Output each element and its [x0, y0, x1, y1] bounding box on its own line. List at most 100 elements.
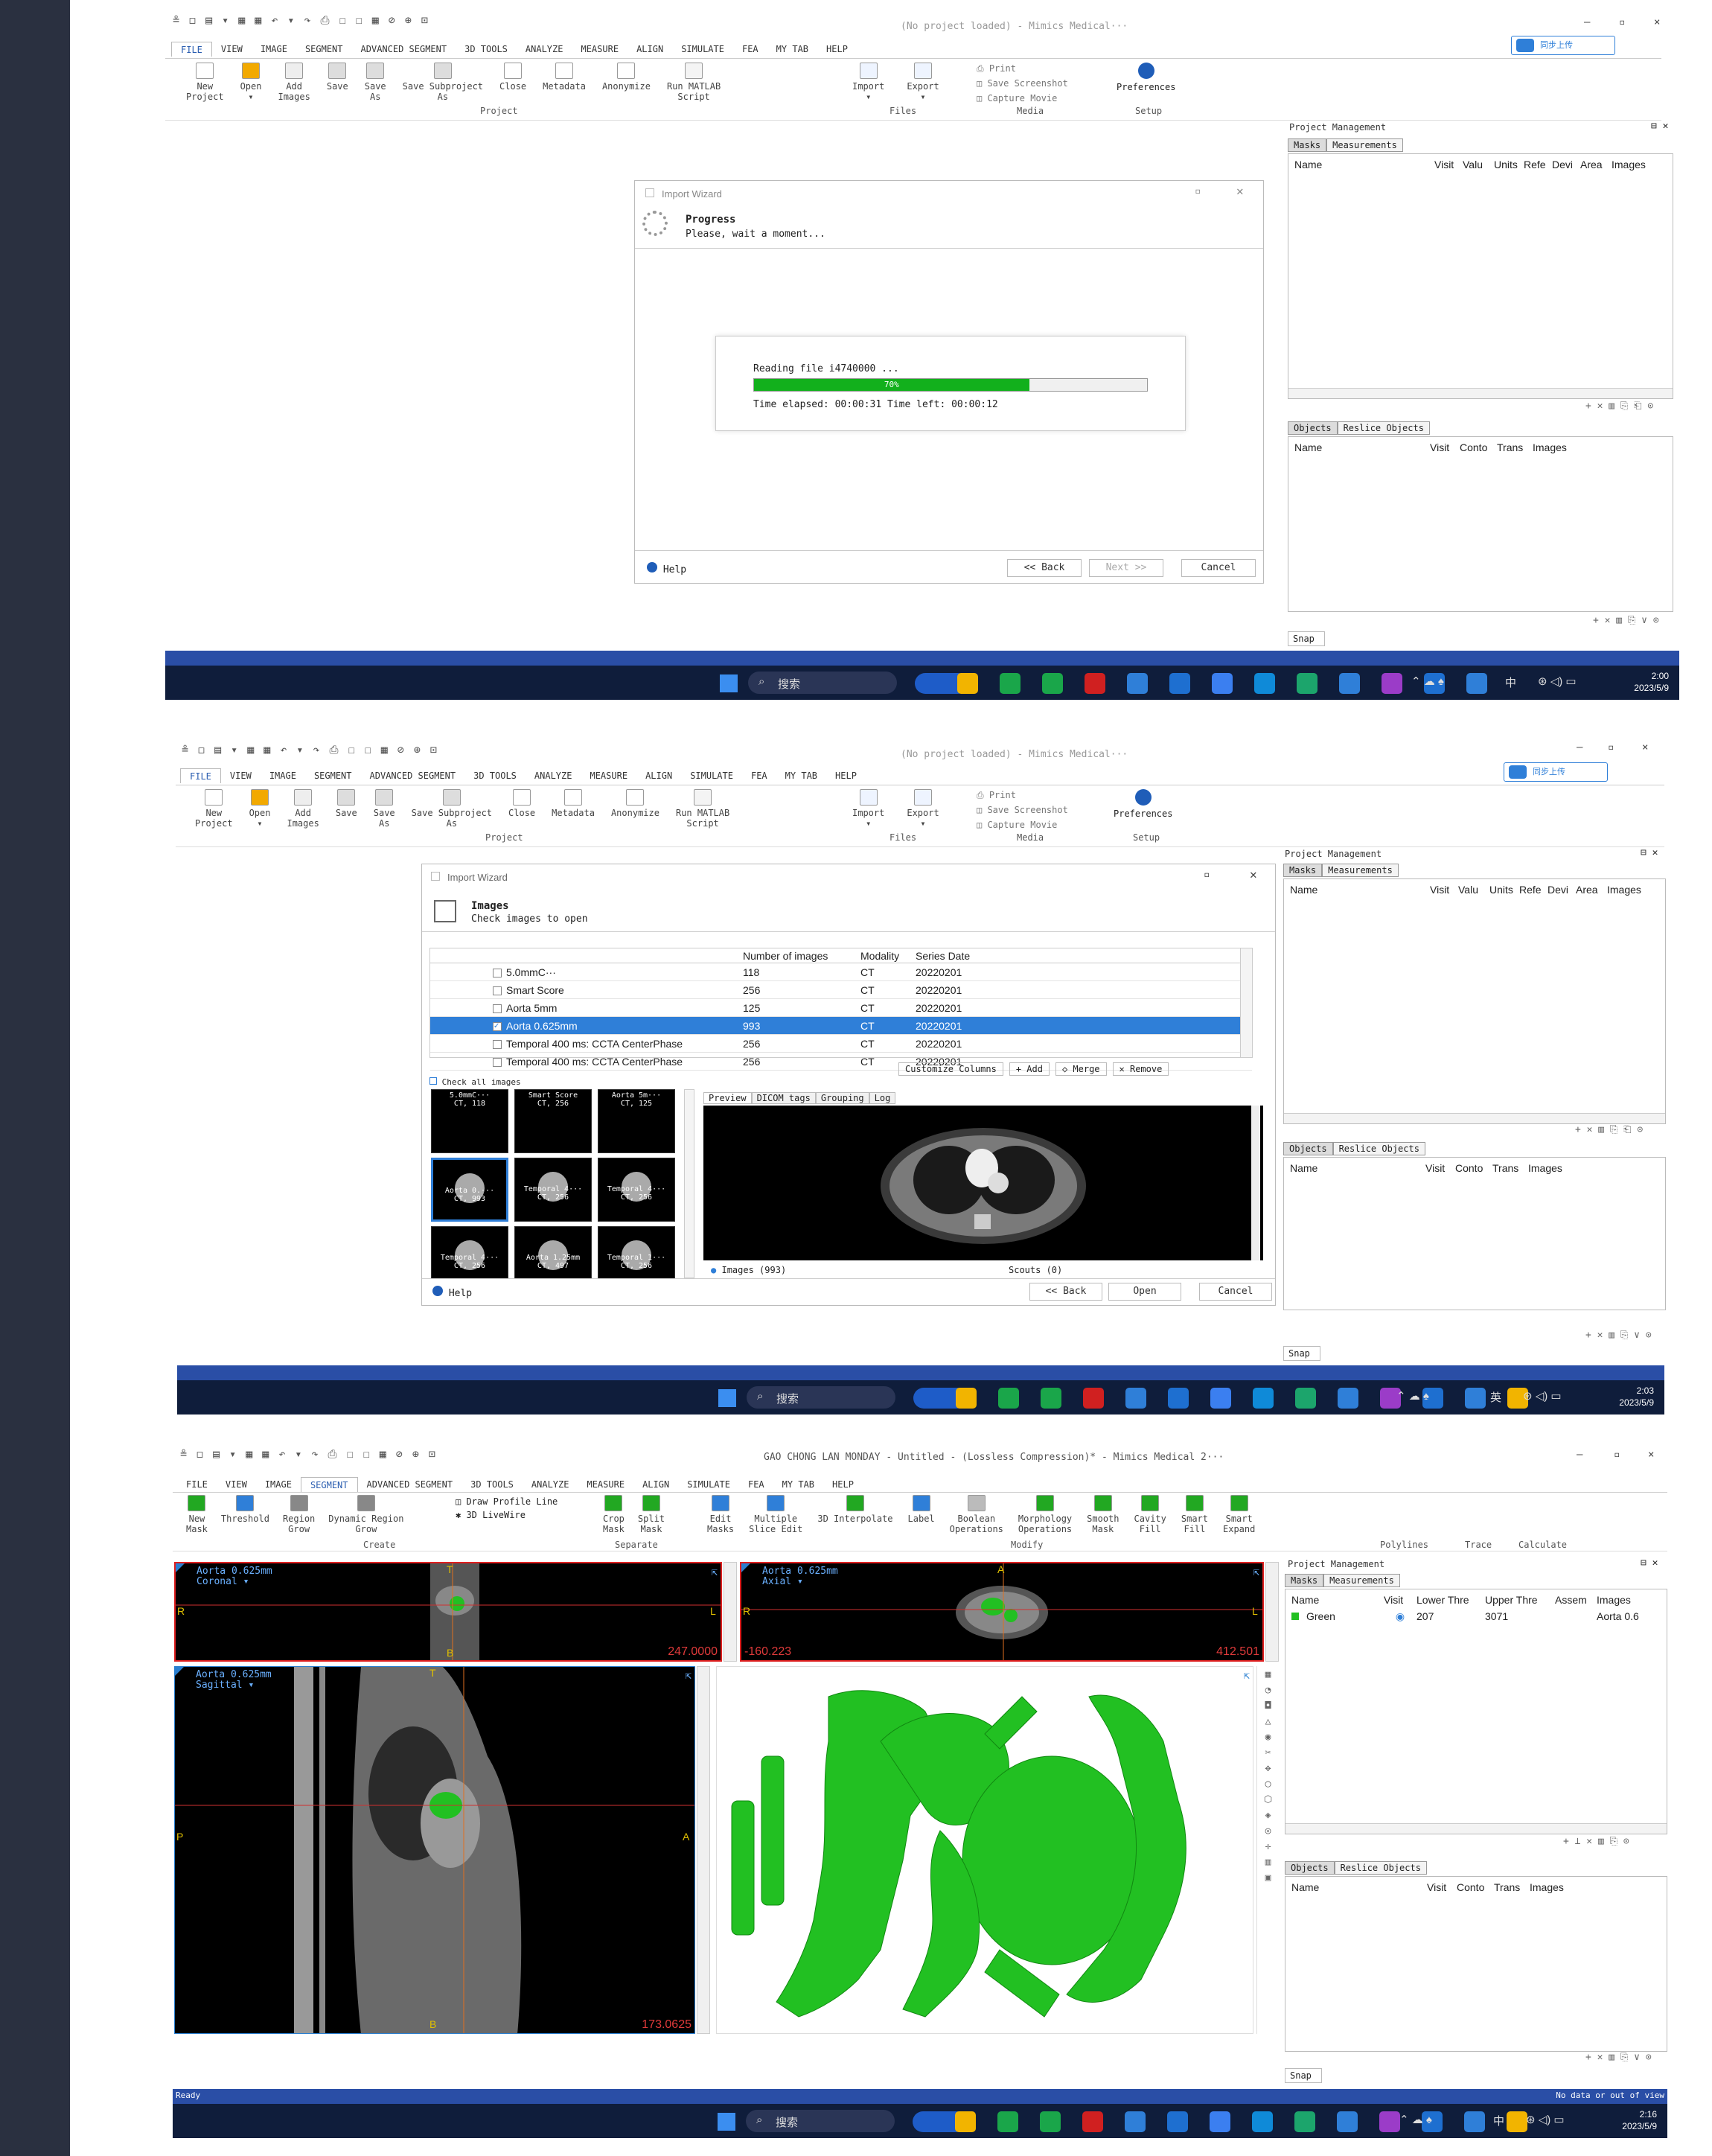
taskbar-app-icon[interactable] [1082, 2111, 1103, 2132]
tab-align[interactable]: ALIGN [633, 1477, 678, 1492]
series-checkbox[interactable] [493, 1058, 502, 1068]
tab-3d-tools[interactable]: 3D TOOLS [464, 768, 526, 783]
col-valu[interactable]: Valu [1463, 159, 1494, 170]
series-thumbnail[interactable]: 5.0mmC··· CT, 118 [431, 1089, 508, 1153]
col-images[interactable]: Images [1612, 159, 1656, 170]
save-screenshot-button[interactable]: ◫ Save Screenshot [977, 803, 1068, 817]
network-volume-battery-icons[interactable]: ⊛ ◁) ▭ [1538, 674, 1577, 688]
tab-my-tab[interactable]: MY TAB [776, 768, 826, 783]
series-thumbnail[interactable]: Temporal 1··· CT, 256 [598, 1226, 675, 1278]
col-trans[interactable]: Trans [1494, 1881, 1530, 1893]
edit-masks-button[interactable]: Edit Masks [707, 1495, 734, 1534]
smart-fill-button[interactable]: Smart Fill [1181, 1495, 1208, 1534]
taskbar-app-icon[interactable] [1127, 673, 1148, 694]
coronal-label[interactable]: Aorta 0.625mm Coronal ▾ [197, 1566, 272, 1587]
pm-pin-close[interactable]: ⊟ ✕ [1641, 1557, 1658, 1569]
series-thumbnail[interactable]: Temporal 4··· CT, 256 [514, 1158, 592, 1222]
snap-tab[interactable]: Snap [1285, 2068, 1322, 2083]
close-window-button[interactable]: × [1648, 1449, 1654, 1461]
series-checkbox[interactable] [493, 1004, 502, 1014]
taskbar-app-icon[interactable] [1210, 2111, 1230, 2132]
save-screenshot-button[interactable]: ◫ Save Screenshot [977, 76, 1068, 91]
horizontal-scrollbar[interactable] [1284, 1113, 1665, 1123]
tab-advanced-segment[interactable]: ADVANCED SEGMENT [361, 768, 465, 783]
move-icon[interactable]: ✥ [1265, 1763, 1271, 1774]
tab-segment[interactable]: SEGMENT [300, 1477, 358, 1492]
taskbar-app-icon[interactable] [1167, 2111, 1188, 2132]
taskbar-app-icon[interactable] [997, 2111, 1018, 2132]
maximize-view-icon[interactable]: ⇱ [1253, 1566, 1259, 1578]
help-link[interactable]: Help [432, 1286, 472, 1299]
tab-3d-tools[interactable]: 3D TOOLS [461, 1477, 523, 1492]
col-images[interactable]: Images [1530, 1881, 1574, 1893]
dynamic-region-grow-button[interactable]: Dynamic Region Grow [328, 1495, 403, 1534]
maximize-view-icon[interactable]: ⇱ [1244, 1670, 1250, 1682]
close-window-button[interactable]: × [1654, 16, 1660, 28]
taskbar-app-icon[interactable] [1382, 673, 1402, 694]
series-checkbox[interactable] [493, 986, 502, 996]
matlab-button[interactable]: Run MATLAB Script [676, 789, 729, 829]
smooth-mask-button[interactable]: Smooth Mask [1087, 1495, 1119, 1534]
tab-reslice-objects[interactable]: Reslice Objects [1332, 1142, 1425, 1155]
orbit-icon[interactable]: ◯ [1265, 1779, 1271, 1790]
taskbar-app-icon[interactable] [1212, 673, 1233, 694]
taskbar-app-icon[interactable] [1168, 1388, 1189, 1409]
export-button[interactable]: Export ▾ [907, 789, 939, 829]
preferences-button[interactable]: Preferences [1114, 789, 1172, 819]
col-trans[interactable]: Trans [1497, 441, 1533, 453]
clock[interactable]: 2:16 2023/5/9 [1622, 2108, 1657, 2132]
taskbar-app-icon[interactable] [1339, 673, 1360, 694]
tab-masks[interactable]: Masks [1283, 864, 1323, 877]
col-assem[interactable]: Assem [1555, 1594, 1597, 1606]
objects-toolbar[interactable]: + ✕ ▥ ⎘ ∨ ⊙ [1585, 1330, 1652, 1341]
series-checkbox[interactable] [493, 1040, 502, 1050]
save-as-button[interactable]: Save As [374, 789, 395, 829]
col-visit[interactable]: Visit [1427, 1881, 1457, 1893]
metadata-button[interactable]: Metadata [543, 63, 586, 102]
horizontal-scrollbar[interactable] [1285, 1823, 1667, 1834]
cloud-sync-button[interactable]: 同步上传 [1504, 762, 1608, 782]
crosshair-icon[interactable]: ✛ [1265, 1841, 1271, 1852]
taskbar-app-icon[interactable] [1042, 673, 1063, 694]
sagittal-view[interactable]: Aorta 0.625mm Sagittal ▾ T P A B 173.062… [174, 1666, 695, 2034]
tab-measurements[interactable]: Measurements [1323, 1574, 1400, 1587]
back-button[interactable]: << Back [1029, 1283, 1102, 1301]
taskbar-app-icon[interactable] [1379, 2111, 1400, 2132]
series-thumbnail[interactable]: Smart Score CT, 256 [514, 1089, 592, 1153]
sagittal-label[interactable]: Aorta 0.625mm Sagittal ▾ [196, 1670, 272, 1691]
morphology-button[interactable]: Morphology Operations [1018, 1495, 1072, 1534]
col-visit[interactable]: Visit [1384, 1594, 1416, 1606]
preview-tab-dicom-tags[interactable]: DICOM tags [751, 1092, 816, 1104]
tab-view[interactable]: VIEW [217, 1477, 256, 1492]
col-name[interactable]: Name [1294, 441, 1430, 453]
preview-tab-grouping[interactable]: Grouping [815, 1092, 869, 1104]
taskbar-app-icon[interactable] [1040, 2111, 1061, 2132]
tab-reslice-objects[interactable]: Reslice Objects [1334, 1861, 1427, 1875]
col-valu[interactable]: Valu [1458, 884, 1489, 896]
col-name[interactable]: Name [1291, 1881, 1427, 1893]
series-checkbox[interactable] [493, 969, 502, 978]
close-project-button[interactable]: Close [499, 63, 526, 102]
print-button[interactable]: ⎙ Print [977, 61, 1068, 76]
taskbar-app-icon[interactable] [1254, 673, 1275, 694]
taskbar-app-icon[interactable] [1297, 673, 1317, 694]
col-name[interactable]: Name [1290, 884, 1430, 896]
taskbar-app-icon[interactable] [1000, 673, 1021, 694]
col-name[interactable]: Name [1294, 159, 1434, 170]
new-project-button[interactable]: New Project [195, 789, 233, 829]
cavity-fill-button[interactable]: Cavity Fill [1134, 1495, 1166, 1534]
tab-view[interactable]: VIEW [221, 768, 261, 783]
maximize-button[interactable]: ▫ [1619, 16, 1625, 28]
windows-start-button[interactable] [720, 674, 738, 692]
save-subproject-button[interactable]: Save Subproject As [403, 63, 483, 102]
series-row[interactable]: ✓ Aorta 0.625mm 993 CT 20220201 [430, 1017, 1252, 1035]
cut-icon[interactable]: ✂ [1265, 1747, 1271, 1758]
taskbar-app-icon[interactable] [957, 673, 978, 694]
dialog-maximize-button[interactable]: ▫ [1195, 185, 1201, 197]
series-scrollbar[interactable] [1240, 948, 1252, 1057]
region-grow-button[interactable]: Region Grow [283, 1495, 315, 1534]
tab-help[interactable]: HELP [817, 42, 857, 57]
tab-segment[interactable]: SEGMENT [305, 768, 361, 783]
taskbar-app-icon[interactable] [1466, 673, 1487, 694]
taskbar-app-icon[interactable] [1169, 673, 1190, 694]
